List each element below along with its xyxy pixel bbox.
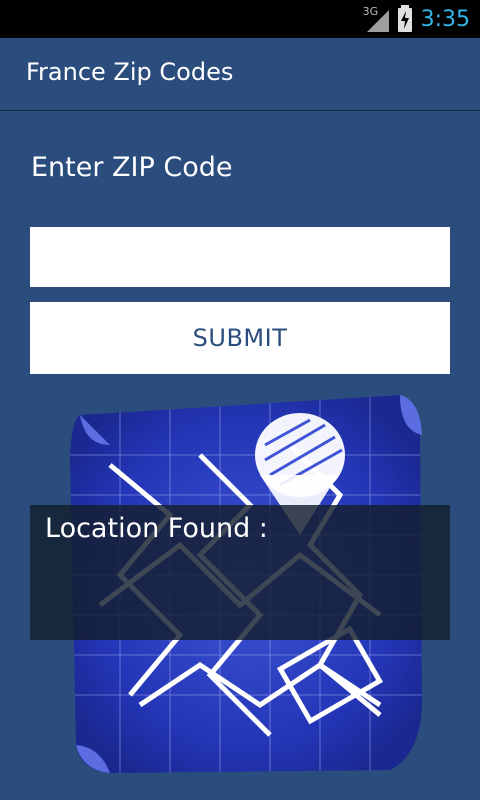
status-time: 3:35 [420, 6, 470, 32]
result-panel: Location Found : [30, 505, 450, 640]
signal-3g-icon: 3G [362, 5, 389, 32]
app-title: France Zip Codes [26, 58, 234, 86]
action-bar: France Zip Codes [0, 38, 480, 111]
submit-button[interactable]: SUBMIT [30, 302, 450, 374]
zip-prompt-label: Enter ZIP Code [31, 152, 233, 183]
status-bar: 3G 3:35 [0, 0, 480, 38]
zip-code-input[interactable] [30, 227, 450, 287]
network-type-label: 3G [362, 5, 379, 18]
location-found-label: Location Found : [45, 513, 268, 544]
battery-charging-icon [397, 5, 412, 32]
status-icons: 3G 3:35 [363, 0, 470, 38]
